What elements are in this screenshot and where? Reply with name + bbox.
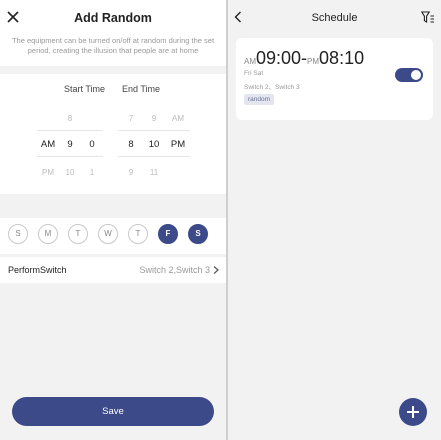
end-time: 08:10 — [319, 48, 365, 68]
save-button[interactable]: Save — [12, 397, 214, 426]
toggle-knob — [411, 70, 421, 80]
filter-icon[interactable] — [421, 11, 435, 24]
start-time: 09:00 — [256, 48, 302, 68]
start-hour-selected[interactable]: 9 — [59, 139, 81, 150]
add-schedule-button[interactable] — [399, 398, 427, 426]
schedule-time: AM09:00-PM08:10 — [244, 48, 364, 69]
add-random-header: Add Random — [0, 0, 226, 36]
page-title: Schedule — [311, 12, 358, 24]
chevron-right-icon — [213, 266, 219, 274]
end-minute-selected[interactable]: 10 — [143, 139, 165, 150]
end-selection-line-bottom — [118, 156, 190, 157]
perform-switch-row[interactable]: PerformSwitch Switch 2,Switch 3 — [0, 257, 226, 283]
random-tag: random — [244, 94, 275, 105]
start-hour-option[interactable]: 10 — [59, 168, 81, 177]
start-hour-option[interactable]: 8 — [59, 114, 81, 123]
weekday-selector: SMTWTFS — [0, 218, 226, 254]
start-ampm-selected[interactable]: AM — [37, 139, 59, 150]
description-text: The equipment can be turned on/off at ra… — [0, 36, 226, 66]
end-selection-line-top — [118, 130, 190, 131]
start-time-header: Start Time — [64, 84, 106, 94]
page-title: Add Random — [74, 11, 152, 25]
start-minute-option[interactable]: 1 — [81, 168, 103, 177]
end-ampm-option[interactable]: AM — [167, 114, 189, 123]
end-ampm: PM — [307, 57, 320, 66]
perform-switch-value: Switch 2,Switch 3 — [139, 265, 210, 275]
start-minute-selected[interactable]: 0 — [81, 139, 103, 150]
end-minute-option[interactable]: 11 — [143, 168, 165, 177]
add-random-panel: Add Random The equipment can be turned o… — [0, 0, 227, 440]
end-ampm-selected[interactable]: PM — [167, 139, 189, 150]
end-hour-selected[interactable]: 8 — [120, 139, 142, 150]
weekday-button[interactable]: T — [128, 224, 148, 244]
start-selection-line-top — [37, 130, 103, 131]
schedule-header: Schedule — [228, 0, 441, 36]
start-selection-line-bottom — [37, 156, 103, 157]
weekday-button[interactable]: M — [38, 224, 58, 244]
end-time-header: End Time — [122, 84, 161, 94]
start-ampm: AM — [244, 57, 256, 66]
schedule-switches: Switch 2、Switch 3 — [244, 84, 300, 91]
enable-toggle[interactable] — [395, 68, 423, 82]
schedule-card[interactable]: AM09:00-PM08:10 Fri Sat Switch 2、Switch … — [236, 38, 433, 120]
schedule-days: Fri Sat — [244, 70, 264, 77]
start-ampm-option[interactable]: PM — [37, 168, 59, 177]
weekday-button[interactable]: T — [68, 224, 88, 244]
end-minute-option[interactable]: 9 — [143, 114, 165, 123]
perform-switch-label: PerformSwitch — [8, 265, 67, 275]
end-hour-option[interactable]: 7 — [120, 114, 142, 123]
schedule-panel: Schedule AM09:00-PM08:10 Fri Sat Switch … — [227, 0, 441, 440]
weekday-button[interactable]: W — [98, 224, 118, 244]
time-picker[interactable]: Start Time End Time AM PM 8 9 10 0 1 7 8… — [0, 74, 226, 194]
end-hour-option[interactable]: 9 — [120, 168, 142, 177]
weekday-button[interactable]: S — [188, 224, 208, 244]
weekday-button[interactable]: S — [8, 224, 28, 244]
plus-icon — [407, 406, 419, 418]
weekday-button[interactable]: F — [158, 224, 178, 244]
